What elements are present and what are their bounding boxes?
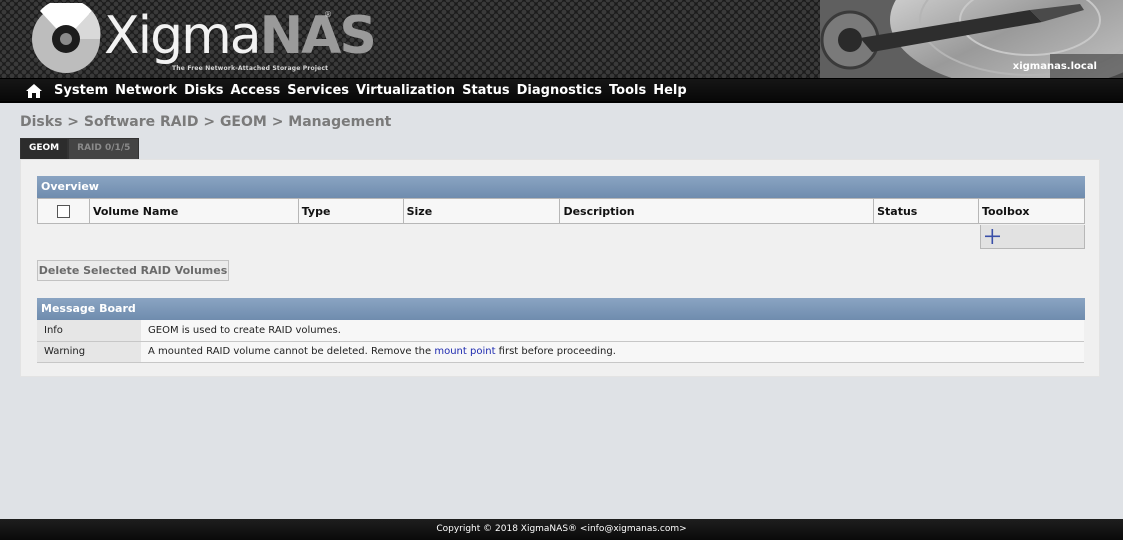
plus-icon[interactable]	[984, 228, 1001, 245]
hostname: xigmanas.local	[1012, 61, 1097, 72]
nav-item-network[interactable]: Network	[115, 83, 177, 98]
nav-menu: System Network Disks Access Services Vir…	[54, 83, 694, 98]
column-status: Status	[873, 198, 980, 224]
logo-word-main: Xigma	[104, 6, 262, 66]
raid-volumes-table: Volume Name Type Size Description Status…	[37, 198, 1085, 224]
message-label: Info	[37, 320, 141, 342]
mount-point-link[interactable]: mount point	[434, 346, 495, 357]
nav-item-tools[interactable]: Tools	[609, 83, 646, 98]
select-all-checkbox[interactable]	[56, 204, 70, 218]
nav-item-services[interactable]: Services	[287, 83, 349, 98]
nav-item-help[interactable]: Help	[653, 83, 686, 98]
tab-bar: GEOM RAID 0/1/5	[20, 138, 140, 159]
main-nav: System Network Disks Access Services Vir…	[0, 78, 1123, 103]
content-panel: Overview Volume Name Type Size Descripti…	[20, 159, 1100, 377]
tagline: The Free Network-Attached Storage Projec…	[172, 65, 329, 72]
nav-item-virtualization[interactable]: Virtualization	[356, 83, 455, 98]
message-text: GEOM is used to create RAID volumes.	[141, 320, 1084, 342]
warning-text-after: first before proceeding.	[495, 346, 616, 357]
home-icon[interactable]	[25, 83, 43, 99]
nav-item-disks[interactable]: Disks	[184, 83, 223, 98]
message-board-table: Info GEOM is used to create RAID volumes…	[37, 320, 1084, 363]
message-text: A mounted RAID volume cannot be deleted.…	[141, 341, 1084, 363]
message-board-header: Message Board	[37, 298, 1085, 320]
registered-mark: ®	[324, 10, 332, 19]
tab-raid-0-1-5[interactable]: RAID 0/1/5	[68, 138, 140, 159]
header-banner: XigmaNAS ® The Free Network-Attached Sto…	[0, 0, 1123, 78]
logo-word-accent: NAS	[259, 6, 377, 66]
logo-wordmark: XigmaNAS	[104, 6, 377, 66]
message-row-info: Info GEOM is used to create RAID volumes…	[37, 320, 1084, 342]
select-all-header	[37, 198, 90, 224]
column-description: Description	[559, 198, 875, 224]
footer: Copyright © 2018 XigmaNAS® <info@xigmana…	[0, 519, 1123, 540]
column-toolbox: Toolbox	[978, 198, 1085, 224]
copyright-text: Copyright © 2018 XigmaNAS® <info@xigmana…	[436, 524, 687, 534]
column-volume-name: Volume Name	[88, 198, 299, 224]
message-row-warning: Warning A mounted RAID volume cannot be …	[37, 341, 1084, 363]
delete-selected-raid-volumes-button[interactable]: Delete Selected RAID Volumes	[37, 260, 229, 281]
xigmanas-logo-icon	[32, 3, 101, 73]
breadcrumb: Disks > Software RAID > GEOM > Managemen…	[20, 114, 392, 130]
nav-divider	[0, 101, 1123, 103]
column-type: Type	[297, 198, 404, 224]
tab-geom[interactable]: GEOM	[20, 138, 69, 159]
warning-text-before: A mounted RAID volume cannot be deleted.…	[148, 346, 435, 357]
table-header-row: Volume Name Type Size Description Status…	[37, 198, 1085, 224]
overview-header: Overview	[37, 176, 1085, 198]
nav-item-status[interactable]: Status	[462, 83, 510, 98]
nav-item-system[interactable]: System	[54, 83, 108, 98]
nav-item-access[interactable]: Access	[230, 83, 280, 98]
message-label: Warning	[37, 341, 141, 363]
toolbox-cell	[980, 225, 1085, 249]
nav-item-diagnostics[interactable]: Diagnostics	[517, 83, 602, 98]
column-size: Size	[402, 198, 561, 224]
